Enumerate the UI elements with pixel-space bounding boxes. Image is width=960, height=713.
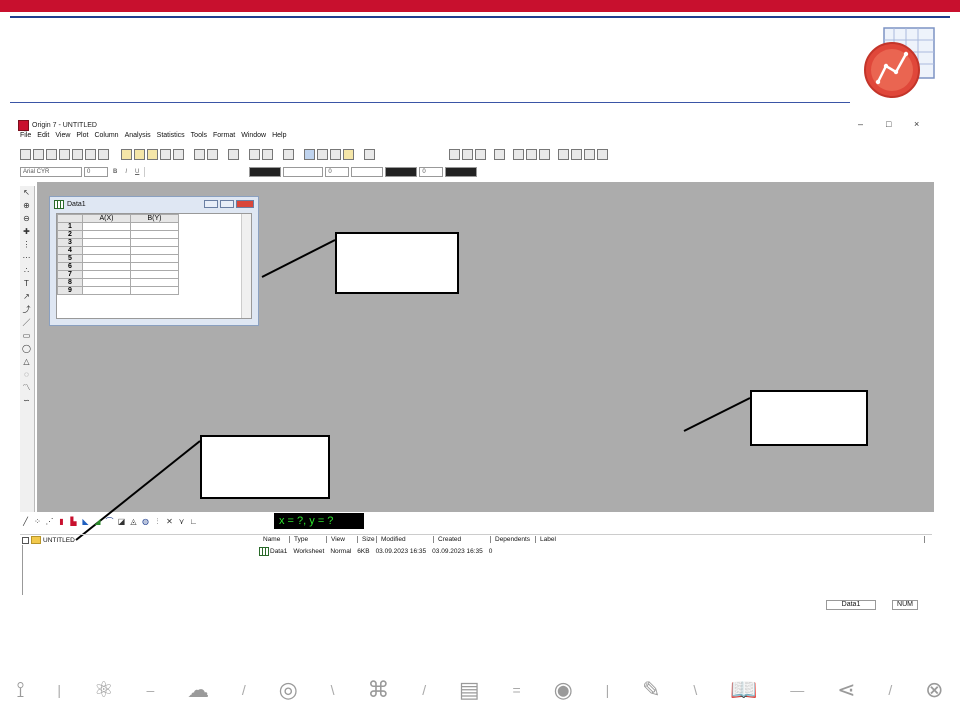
- separator: |: [57, 682, 62, 698]
- area-plot-icon[interactable]: ◣: [80, 516, 91, 527]
- folder-icon: [31, 536, 41, 544]
- header-name[interactable]: Name: [259, 536, 290, 543]
- item-size: 6KB: [357, 548, 370, 555]
- compass-icon: ◎: [278, 677, 298, 702]
- status-window: Data1: [826, 600, 876, 610]
- separator: —: [790, 682, 805, 698]
- scatter-plot-icon[interactable]: ⁘: [32, 516, 43, 527]
- project-root-label[interactable]: UNTITLED: [43, 537, 75, 544]
- separator: –: [146, 682, 155, 698]
- separator: /: [422, 682, 427, 698]
- separator: |: [605, 682, 610, 698]
- book-icon: 📖: [730, 677, 758, 702]
- status-num: NUM: [892, 600, 918, 610]
- project-list-header: Name Type View Size Modified Created Dep…: [259, 536, 925, 543]
- axis-template-icon[interactable]: ∟: [188, 516, 199, 527]
- item-modified: 03.09.2023 16:35: [375, 548, 427, 555]
- brain-icon: ☁: [187, 677, 210, 702]
- header-view[interactable]: View: [327, 536, 358, 543]
- worksheet-icon: [259, 547, 269, 556]
- footer-icons: ⟟ | ⚛ – ☁ / ◎ \ ⌘ / ▤ = ◉ | ✎ \ 📖 — ⋖ / …: [0, 670, 960, 710]
- atom-icon: ⚛: [93, 677, 114, 702]
- dna-icon: ⟟: [16, 677, 25, 702]
- header-type[interactable]: Type: [290, 536, 327, 543]
- item-dependents: 0: [488, 548, 493, 555]
- collapse-icon[interactable]: [22, 536, 29, 544]
- ternary-plot-icon[interactable]: ◪: [116, 516, 127, 527]
- item-created: 03.09.2023 16:35: [432, 548, 483, 555]
- tree-panel: [22, 545, 256, 595]
- separator: \: [693, 682, 698, 698]
- header-dependents[interactable]: Dependents: [491, 536, 536, 543]
- puzzle-icon: ⌘: [367, 677, 390, 702]
- callout-line-workspace: [683, 397, 751, 432]
- column-plot-icon[interactable]: ▮: [56, 516, 67, 527]
- item-type: Worksheet: [293, 548, 325, 555]
- line-plot-icon[interactable]: ╱: [20, 516, 31, 527]
- pie-chart-icon[interactable]: ◍: [140, 516, 151, 527]
- separator: \: [330, 682, 335, 698]
- hi-lo-icon[interactable]: ⫶: [152, 516, 163, 527]
- fill-area-icon[interactable]: ◢: [92, 516, 103, 527]
- header-label[interactable]: Label: [536, 536, 925, 543]
- separator: /: [241, 682, 246, 698]
- coordinates-display: x = ?, y = ?: [274, 513, 364, 529]
- template-plot-icon[interactable]: ⋎: [176, 516, 187, 527]
- header-created[interactable]: Created: [434, 536, 491, 543]
- chart-icon: ▤: [458, 677, 480, 702]
- certificate-icon: ✎: [642, 677, 661, 702]
- header-size[interactable]: Size: [358, 536, 377, 543]
- project-tree[interactable]: UNTITLED: [22, 536, 75, 544]
- line-symbol-plot-icon[interactable]: ⋰: [44, 516, 55, 527]
- ball-icon: ⊗: [925, 677, 944, 702]
- callout-line-worksheet: [261, 239, 336, 278]
- triangle-plot-icon[interactable]: ◬: [128, 516, 139, 527]
- item-name: Data1: [270, 548, 288, 555]
- graphs-toolbar: ╱ ⁘ ⋰ ▮ ▙ ◣ ◢ ⌒ ◪ ◬ ◍ ⫶ ✕ ⋎ ∟: [20, 514, 199, 528]
- project-list-row[interactable]: Data1 Worksheet Normal 6KB 03.09.2023 16…: [259, 547, 492, 556]
- separator: /: [888, 682, 893, 698]
- polar-plot-icon[interactable]: ⌒: [104, 516, 115, 527]
- item-view: Normal: [330, 548, 352, 555]
- vector-plot-icon[interactable]: ✕: [164, 516, 175, 527]
- globe-icon: ◉: [553, 677, 573, 702]
- share-icon: ⋖: [837, 677, 856, 702]
- header-modified[interactable]: Modified: [377, 536, 434, 543]
- stacked-column-icon[interactable]: ▙: [68, 516, 79, 527]
- separator: =: [512, 682, 521, 698]
- callout-lines: [75, 239, 751, 541]
